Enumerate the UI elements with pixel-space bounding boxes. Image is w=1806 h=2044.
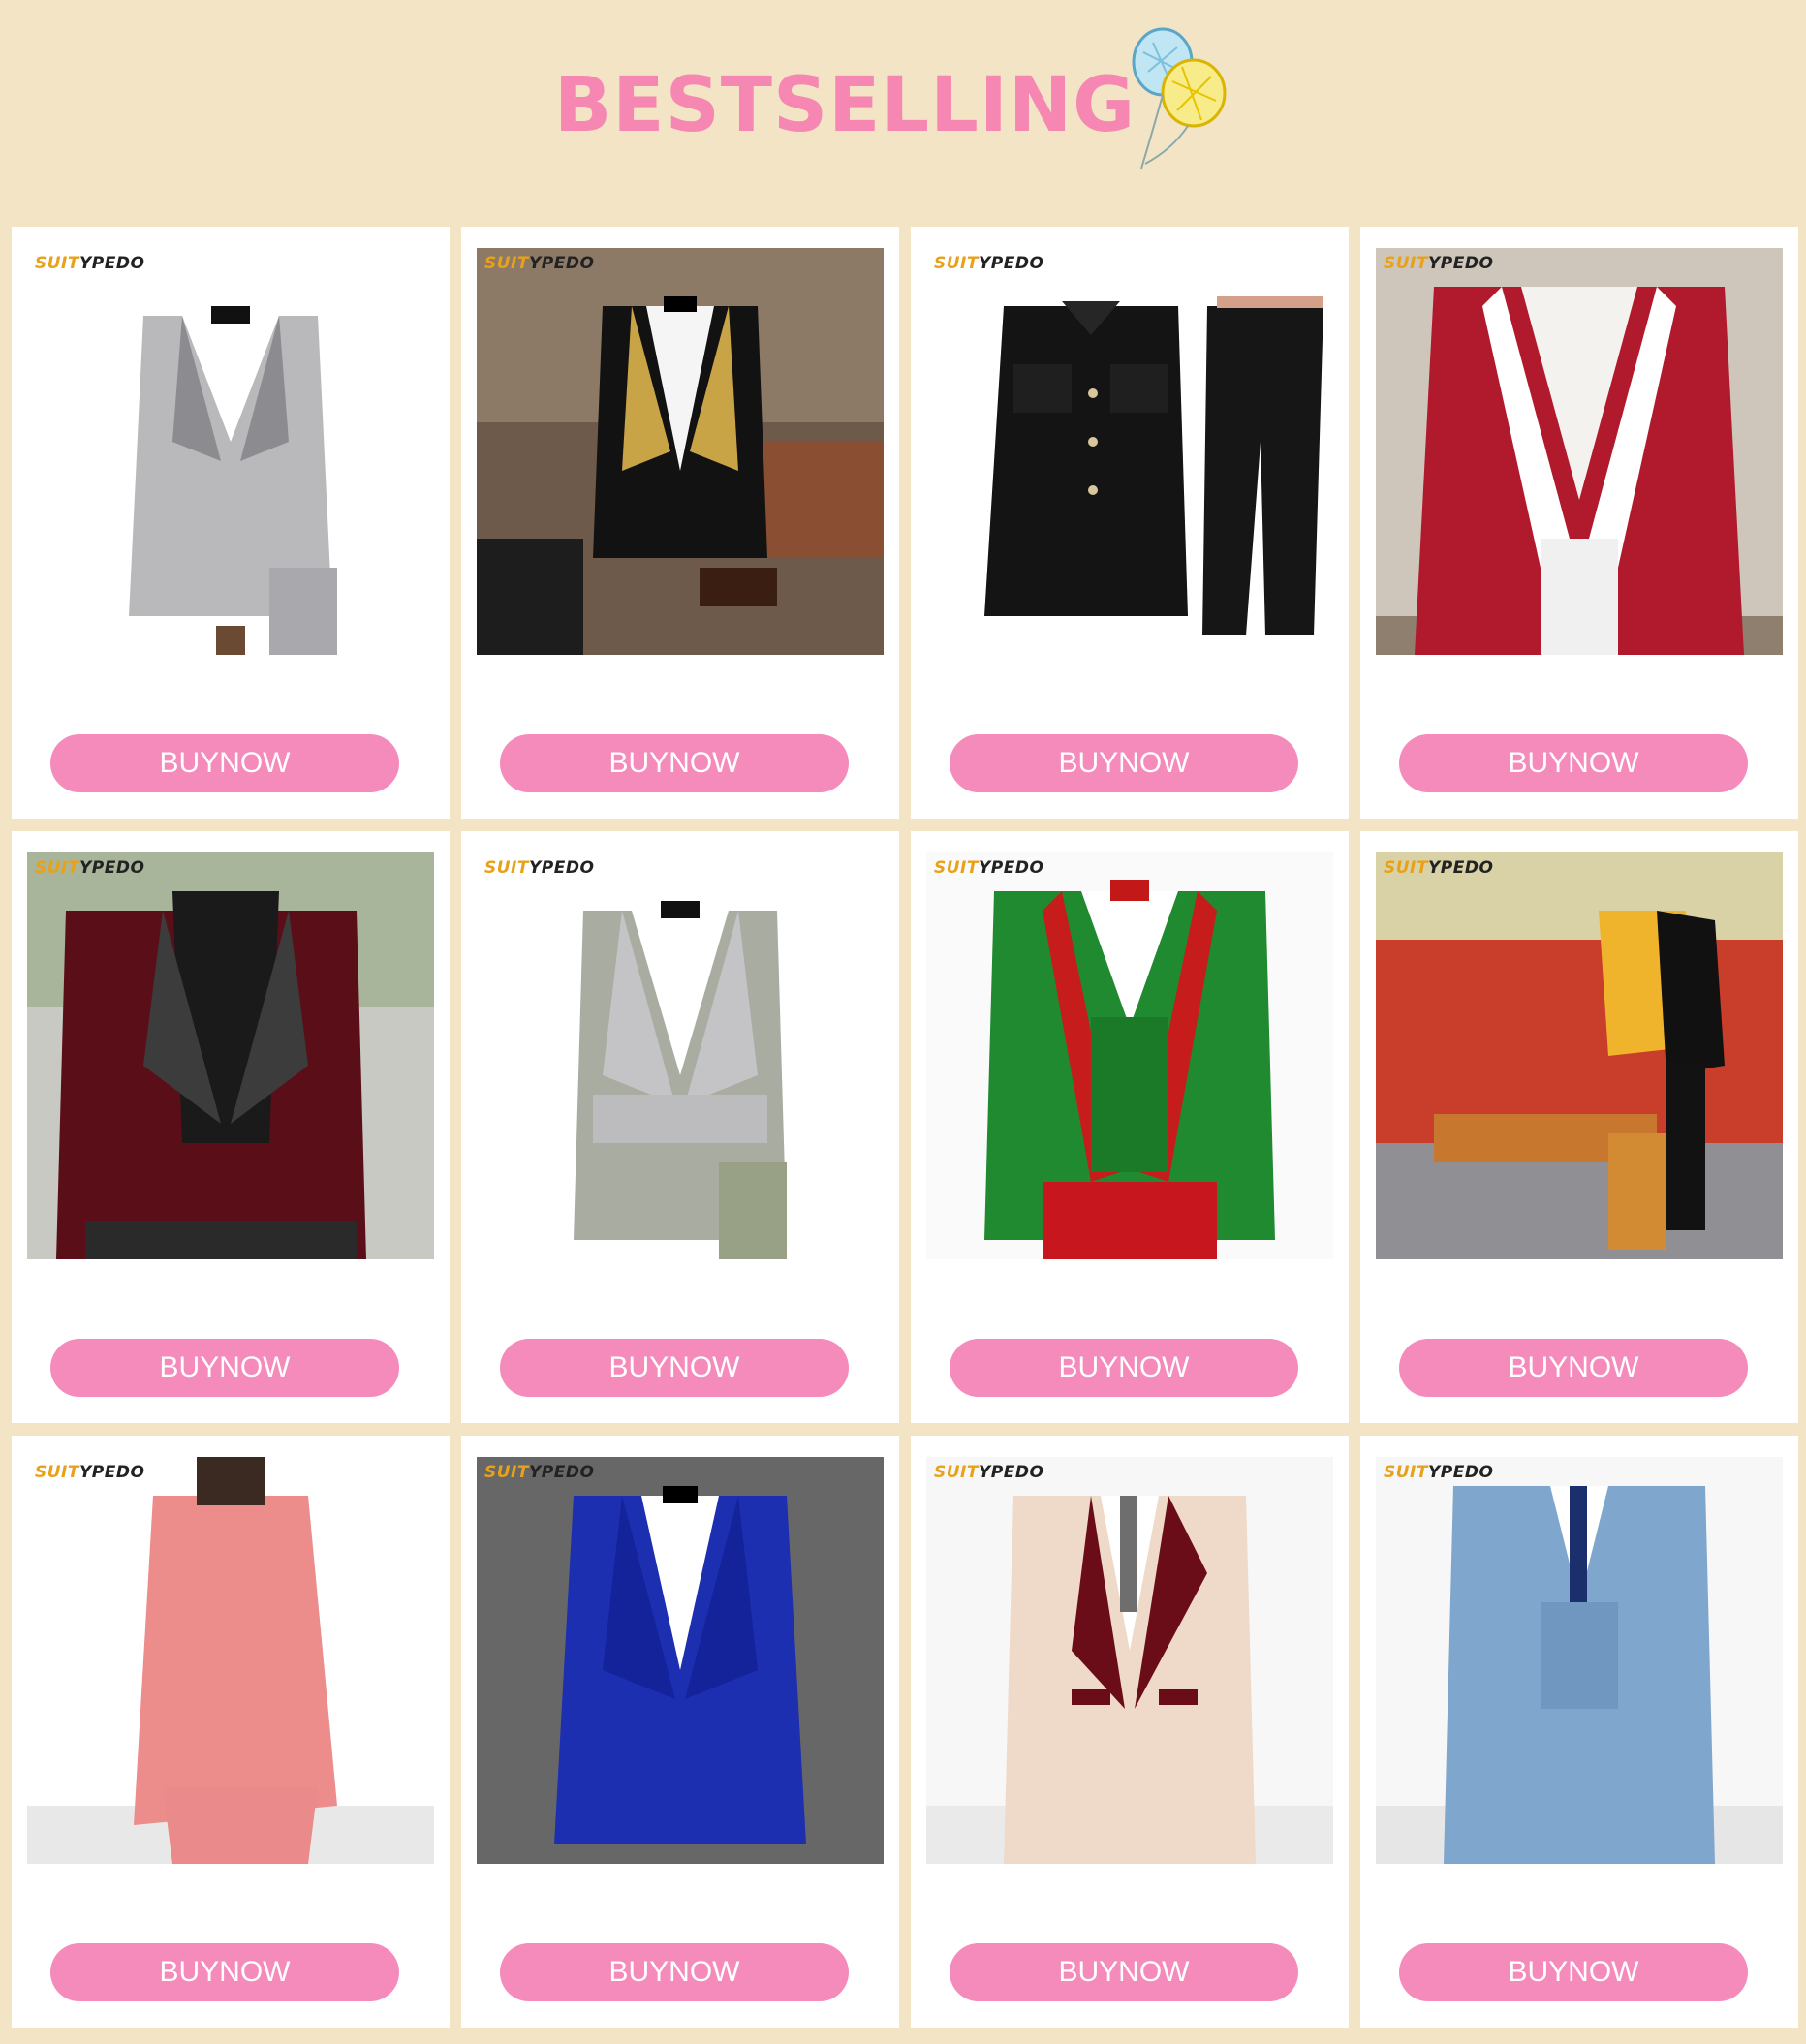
buy-now-button[interactable]: BUYNOW xyxy=(1399,734,1748,792)
product-card[interactable]: SUITYPEDO BUYNOW xyxy=(12,1436,450,2028)
buy-now-button[interactable]: BUYNOW xyxy=(1399,1943,1748,2001)
brand-watermark: SUITYPEDO xyxy=(1384,254,1494,273)
product-image[interactable]: SUITYPEDO xyxy=(1376,248,1783,655)
buy-now-button[interactable]: BUYNOW xyxy=(500,1943,849,2001)
brand-watermark: SUITYPEDO xyxy=(934,858,1044,878)
product-card[interactable]: SUITYPEDO BUYNOW xyxy=(461,227,899,819)
buy-now-button[interactable]: BUYNOW xyxy=(50,1339,399,1397)
product-image[interactable]: SUITYPEDO xyxy=(1376,852,1783,1259)
brand-watermark: SUITYPEDO xyxy=(1384,1463,1494,1482)
product-image[interactable]: SUITYPEDO xyxy=(926,1457,1333,1864)
product-image[interactable]: SUITYPEDO xyxy=(477,1457,884,1864)
balloons-icon xyxy=(1132,27,1227,170)
buy-now-button[interactable]: BUYNOW xyxy=(50,1943,399,2001)
brand-watermark: SUITYPEDO xyxy=(484,254,595,273)
product-image[interactable]: SUITYPEDO xyxy=(27,248,434,655)
buy-now-button[interactable]: BUYNOW xyxy=(500,734,849,792)
page-header: BESTSELLING xyxy=(0,0,1806,227)
product-card[interactable]: SUITYPEDO BUYNOW xyxy=(1360,227,1798,819)
product-card[interactable]: SUITYPEDO BUYNOW xyxy=(12,227,450,819)
brand-watermark: SUITYPEDO xyxy=(1384,858,1494,878)
product-card[interactable]: SUITYPEDO BUYNOW xyxy=(1360,831,1798,1423)
product-card[interactable]: SUITYPEDO BUYNOW xyxy=(911,831,1349,1423)
buy-now-button[interactable]: BUYNOW xyxy=(950,734,1298,792)
brand-watermark: SUITYPEDO xyxy=(934,1463,1044,1482)
brand-watermark: SUITYPEDO xyxy=(484,858,595,878)
product-image[interactable]: SUITYPEDO xyxy=(926,248,1333,655)
product-card[interactable]: SUITYPEDO BUYNOW xyxy=(12,831,450,1423)
page-title: BESTSELLING xyxy=(553,62,1137,149)
product-card[interactable]: SUITYPEDO BUYNOW xyxy=(461,1436,899,2028)
brand-watermark: SUITYPEDO xyxy=(35,1463,145,1482)
product-card[interactable]: SUITYPEDO BUYNOW xyxy=(911,1436,1349,2028)
brand-watermark: SUITYPEDO xyxy=(934,254,1044,273)
product-card[interactable]: SUITYPEDO BUYNOW xyxy=(461,831,899,1423)
brand-watermark: SUITYPEDO xyxy=(484,1463,595,1482)
product-image[interactable]: SUITYPEDO xyxy=(926,852,1333,1259)
product-image[interactable]: SUITYPEDO xyxy=(1376,1457,1783,1864)
buy-now-button[interactable]: BUYNOW xyxy=(500,1339,849,1397)
buy-now-button[interactable]: BUYNOW xyxy=(50,734,399,792)
product-grid: SUITYPEDO BUYNOW SUITYPEDO BUYNOW SUITYP… xyxy=(12,227,1798,2038)
product-image[interactable]: SUITYPEDO xyxy=(477,248,884,655)
brand-watermark: SUITYPEDO xyxy=(35,858,145,878)
product-card[interactable]: SUITYPEDO BUYNOW xyxy=(1360,1436,1798,2028)
buy-now-button[interactable]: BUYNOW xyxy=(950,1339,1298,1397)
product-card[interactable]: SUITYPEDO BUYNOW xyxy=(911,227,1349,819)
buy-now-button[interactable]: BUYNOW xyxy=(950,1943,1298,2001)
product-image[interactable]: SUITYPEDO xyxy=(27,1457,434,1864)
buy-now-button[interactable]: BUYNOW xyxy=(1399,1339,1748,1397)
product-image[interactable]: SUITYPEDO xyxy=(27,852,434,1259)
product-image[interactable]: SUITYPEDO xyxy=(477,852,884,1259)
brand-watermark: SUITYPEDO xyxy=(35,254,145,273)
